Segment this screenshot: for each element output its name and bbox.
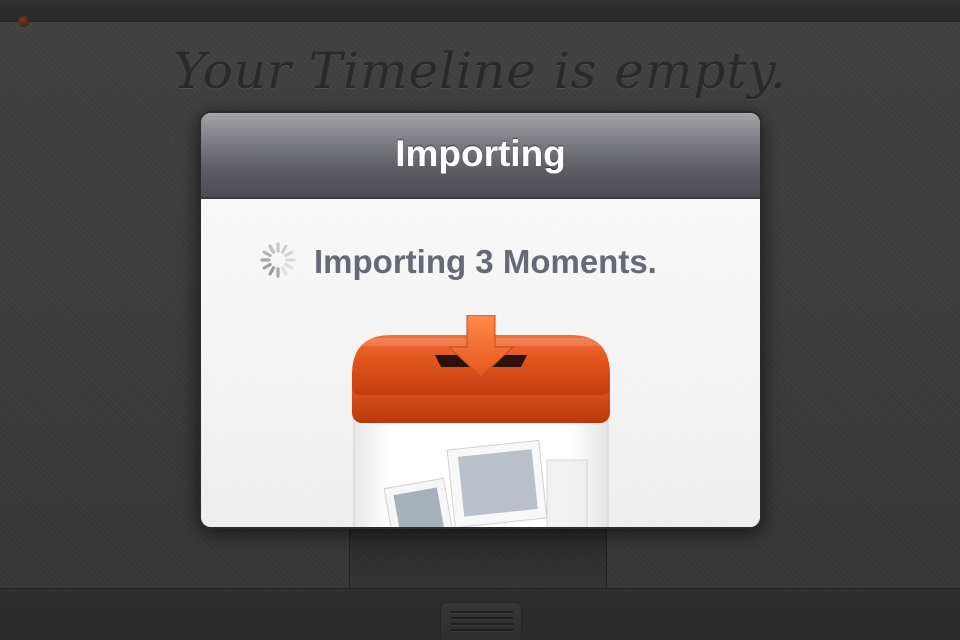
status-indicator-icon <box>18 16 29 27</box>
grip-lines-icon <box>451 611 513 613</box>
top-bar <box>0 0 960 22</box>
grip-line <box>451 617 513 619</box>
activity-spinner-icon <box>260 242 296 278</box>
toolbar-grip-button[interactable] <box>440 602 522 640</box>
box-reflection <box>349 528 607 590</box>
grip-line <box>451 623 513 625</box>
import-status-text: Importing 3 Moments. <box>314 243 657 280</box>
dialog-title: Importing <box>395 133 566 174</box>
dialog-header: Importing <box>201 113 760 199</box>
empty-timeline-message: Your Timeline is empty. <box>173 42 787 100</box>
dialog-body: Importing 3 Moments. <box>201 199 760 527</box>
grip-line <box>451 629 513 631</box>
import-dialog: Importing Importing 3 Moments. <box>199 111 762 529</box>
import-box-icon <box>352 315 610 527</box>
